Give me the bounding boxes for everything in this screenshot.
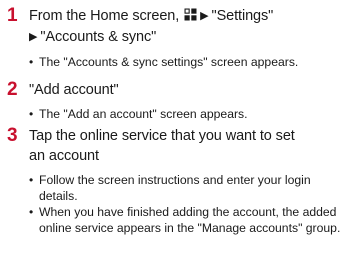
step-text: "Accounts & sync" — [40, 29, 157, 45]
step-number: 1 — [7, 5, 18, 26]
step-2: 2 "Add account" The "Add an account" scr… — [0, 79, 364, 123]
note-item: Follow the screen instructions and enter… — [29, 172, 347, 204]
step-notes: The "Accounts & sync settings" screen ap… — [29, 54, 364, 70]
step-number: 3 — [7, 125, 18, 146]
arrow-icon: ▶ — [200, 10, 209, 22]
note-item: When you have finished adding the accoun… — [29, 204, 347, 236]
step-text: Tap the online service that you want to … — [29, 128, 295, 144]
step-text: "Add account" — [29, 82, 119, 98]
step-notes: Follow the screen instructions and enter… — [29, 172, 347, 236]
arrow-icon: ▶ — [29, 31, 38, 43]
step-text: "Settings" — [211, 8, 274, 24]
step-1: 1 From the Home screen, ▶ "Settings" ▶ "Ac… — [0, 5, 364, 71]
apps-icon — [184, 7, 197, 21]
step-3: 3 Tap the online service that you want t… — [0, 126, 364, 236]
step-instruction: "Add account" — [29, 80, 364, 100]
note-item: The "Accounts & sync settings" screen ap… — [29, 54, 364, 70]
step-text: From the Home screen, — [29, 8, 180, 24]
step-notes: The "Add an account" screen appears. — [29, 106, 364, 122]
step-instruction: Tap the online service that you want to … — [29, 126, 364, 166]
step-number: 2 — [7, 79, 18, 100]
step-text: an account — [29, 148, 99, 164]
step-instruction: From the Home screen, ▶ "Settings" ▶ "Acco… — [29, 6, 364, 48]
note-item: The "Add an account" screen appears. — [29, 106, 364, 122]
